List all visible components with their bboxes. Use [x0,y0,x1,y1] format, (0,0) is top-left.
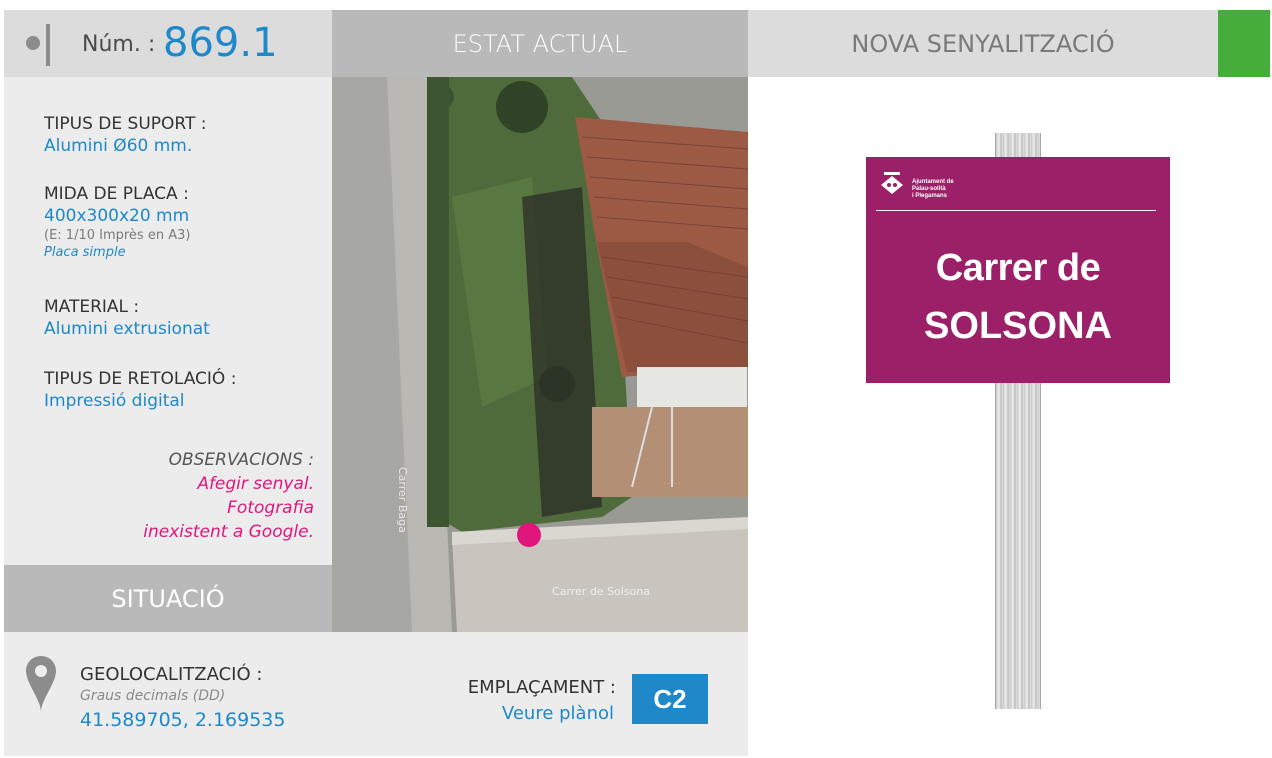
sign-divider [876,210,1156,211]
mida-field: MIDA DE PLACA : 400x300x20 mm (E: 1/10 I… [44,183,190,261]
location-pin-icon [26,656,56,712]
mida-scale-note: (E: 1/10 Imprès en A3) [44,228,191,243]
number-label: Núm. : [82,32,156,57]
veure-planol-link[interactable]: Veure plànol [502,703,614,724]
observations-line-2: Fotografia [227,498,314,518]
status-color-block [1218,10,1270,77]
emplacament-code-badge[interactable]: C2 [632,674,708,724]
observations-line-1: Afegir senyal. [197,474,314,494]
estat-actual-header: ESTAT ACTUAL [332,10,748,77]
mida-value: 400x300x20 mm [44,206,190,226]
observations-line-3: inexistent a Google. [143,522,314,542]
street-sign-plate: Ajuntament de Palau-solità i Plegamans C… [866,157,1170,383]
municipality-line-3: i Plegamans [912,193,948,199]
sign-line-1: Carrer de [935,247,1101,289]
street-label-horizontal: Carrer de Solsona [552,585,650,598]
sign-line-2: SOLSONA [924,305,1112,347]
retolacio-field: TIPUS DE RETOLACIÓ : Impressió digital [44,368,236,412]
aerial-photo-drawing: Carrer de Solsona Carrer Baga [332,77,748,632]
material-value: Alumini extrusionat [44,319,210,339]
suport-value: Alumini Ø60 mm. [44,136,193,156]
aerial-photo: Carrer de Solsona Carrer Baga [332,77,748,632]
mida-label: MIDA DE PLACA : [44,184,189,204]
divider-bar [46,24,50,66]
municipality-shield-icon [881,172,903,194]
bullet-icon [26,36,40,50]
observations: OBSERVACIONS : Afegir senyal. Fotografia… [143,448,314,544]
street-label-vertical: Carrer Baga [396,467,409,533]
geolocation-label: GEOLOCALITZACIÓ : [80,664,263,685]
suport-label: TIPUS DE SUPORT : [44,114,207,134]
geolocation-value: 41.589705, 2.169535 [80,709,286,731]
nova-senyalitzacio-header: NOVA SENYALITZACIÓ [748,10,1218,77]
geolocation-format: Graus decimals (DD) [80,688,226,704]
number-value: 869.1 [163,20,278,66]
retolacio-label: TIPUS DE RETOLACIÓ : [44,369,237,389]
material-label: MATERIAL : [44,297,140,317]
municipality-line-1: Ajuntament de [912,179,954,185]
municipality-name: Ajuntament de Palau-solità i Plegamans [912,179,954,200]
material-field: MATERIAL : Alumini extrusionat [44,296,210,340]
situacio-header: SITUACIÓ [4,565,332,632]
retolacio-value: Impressió digital [44,391,185,411]
municipality-line-2: Palau-solità [912,186,946,192]
mida-type-note: Placa simple [44,245,126,260]
suport-field: TIPUS DE SUPORT : Alumini Ø60 mm. [44,113,206,157]
location-marker [517,523,541,547]
observations-label: OBSERVACIONS : [168,450,314,470]
emplacament-label: EMPLAÇAMENT : [467,677,616,698]
